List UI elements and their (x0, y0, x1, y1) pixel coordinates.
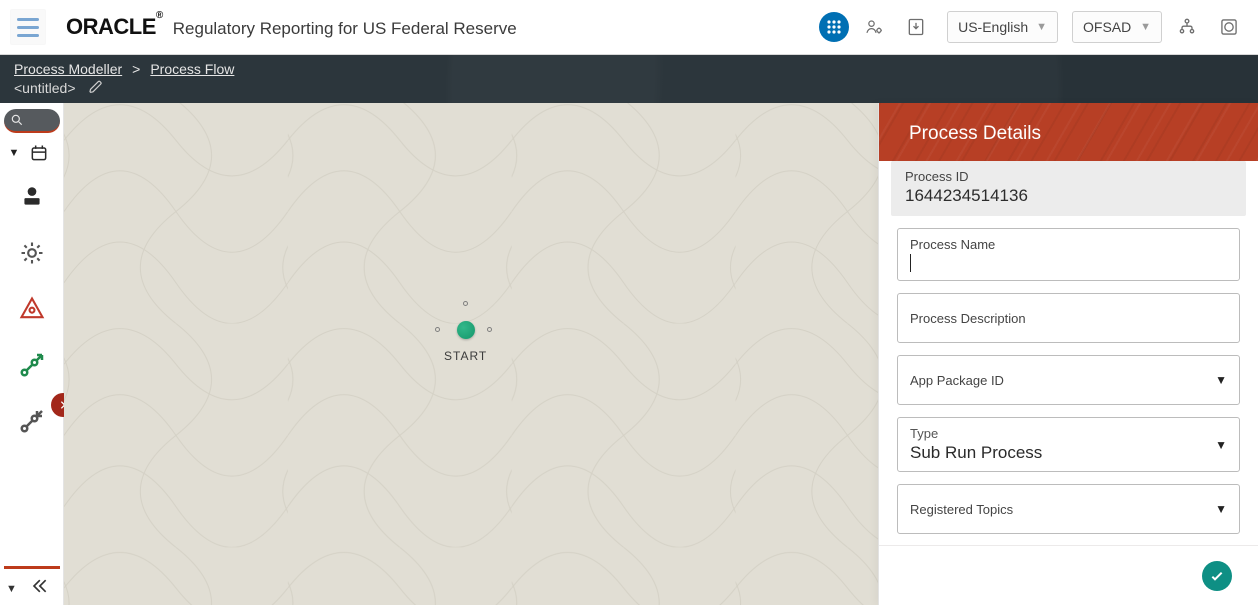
process-id-value: 1644234514136 (905, 186, 1232, 206)
process-id-field: Process ID 1644234514136 (891, 161, 1246, 216)
topics-label: Registered Topics (910, 502, 1227, 517)
help-icon[interactable] (1212, 10, 1246, 44)
app-package-select[interactable]: App Package ID ▼ (897, 355, 1240, 405)
process-name-field[interactable]: Process Name (897, 228, 1240, 281)
port-north[interactable] (463, 301, 468, 306)
calendar-icon (29, 143, 49, 163)
main-region: ▼ ▼ (0, 103, 1258, 605)
app-title: Regulatory Reporting for US Federal Rese… (173, 19, 517, 39)
process-name-input[interactable] (911, 252, 1118, 272)
page-title: <untitled> (14, 80, 76, 96)
start-node[interactable]: START (444, 321, 487, 363)
process-desc-label: Process Description (910, 311, 1227, 326)
tool-service-task[interactable] (11, 231, 53, 275)
type-value: Sub Run Process (910, 443, 1227, 463)
tool-connector-out[interactable] (11, 343, 53, 387)
app-header: ORACLE® Regulatory Reporting for US Fede… (0, 0, 1258, 55)
breadcrumb: Process Modeller > Process Flow <untitle… (0, 55, 1258, 103)
collapse-icon[interactable] (29, 576, 49, 601)
chevron-down-icon: ▼ (1036, 21, 1047, 33)
breadcrumb-link-1[interactable]: Process Flow (150, 61, 234, 77)
process-name-label: Process Name (910, 237, 1227, 252)
breadcrumb-sep: > (132, 61, 140, 77)
user-icon[interactable] (857, 10, 891, 44)
start-node-dot[interactable] (457, 321, 475, 339)
confirm-button[interactable] (1202, 561, 1232, 591)
language-value: US-English (958, 19, 1028, 35)
chevron-down-icon[interactable]: ▼ (6, 583, 17, 595)
palette-footer: ▼ (0, 576, 64, 601)
tool-connector-in[interactable] (11, 399, 53, 443)
palette-category-select[interactable]: ▼ (5, 143, 59, 163)
process-desc-field[interactable]: Process Description (897, 293, 1240, 343)
start-node-label: START (444, 349, 487, 363)
diagram-canvas[interactable]: START (64, 103, 878, 605)
chevron-down-icon: ▼ (9, 147, 20, 159)
tool-palette: ▼ ▼ (0, 103, 64, 605)
process-id-label: Process ID (905, 169, 1232, 184)
breadcrumb-link-0[interactable]: Process Modeller (14, 61, 122, 77)
language-select[interactable]: US-English ▼ (947, 11, 1058, 43)
tool-human-task[interactable] (11, 175, 53, 219)
app-package-label: App Package ID (910, 373, 1227, 388)
chevron-down-icon: ▼ (1140, 21, 1151, 33)
details-footer (879, 545, 1258, 605)
port-west[interactable] (435, 327, 440, 332)
tool-error-event[interactable] (11, 287, 53, 331)
org-icon[interactable] (1170, 10, 1204, 44)
topics-select[interactable]: Registered Topics ▼ (897, 484, 1240, 534)
port-east[interactable] (487, 327, 492, 332)
hamburger-menu[interactable] (10, 9, 46, 45)
details-panel: Process Details Process ID 1644234514136… (878, 103, 1258, 605)
apps-icon[interactable] (819, 12, 849, 42)
profile-value: OFSAD (1083, 19, 1131, 35)
details-title: Process Details (879, 103, 1258, 161)
download-icon[interactable] (899, 10, 933, 44)
app-logo: ORACLE® Regulatory Reporting for US Fede… (66, 14, 517, 40)
brand-text: ORACLE® (66, 14, 163, 40)
type-select[interactable]: Type Sub Run Process ▼ (897, 417, 1240, 472)
palette-search[interactable] (4, 109, 60, 133)
profile-select[interactable]: OFSAD ▼ (1072, 11, 1162, 43)
type-label: Type (910, 426, 1227, 441)
edit-title-icon[interactable] (88, 79, 104, 98)
